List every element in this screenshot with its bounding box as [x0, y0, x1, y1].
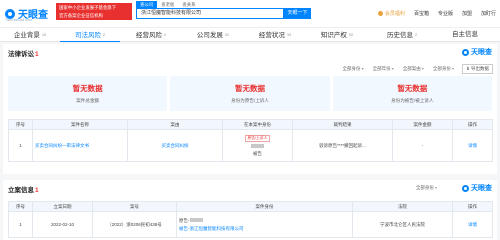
top-header: 天眼查 TianYanCha.com 国家中小企业发展子基金旗下 官方备案企业征… — [0, 0, 500, 27]
case-role: 原告/上诉人 被告 — [222, 129, 293, 162]
table-row: 1 2022-02-10 （2022）浙0206民初438号 原告- 被告-浙江… — [8, 211, 493, 238]
filing-table: 序号 立案日期 案号 案件身份 法院 操作 1 2022-02-10 （2022… — [8, 201, 493, 238]
col-header: 案由 — [127, 119, 223, 130]
col-header: 案件名称 — [32, 119, 128, 130]
promo-banner[interactable]: 国家中小企业发展子基金旗下 官方备案企业征信机构 — [56, 3, 132, 20]
lawsuit-title: 法律诉讼1 — [8, 51, 39, 58]
promo-line-1: 国家中小企业发展子基金旗下 — [59, 5, 117, 10]
filing-section: 立案信息1 全部身份 天眼查 序号 立案日期 案号 案件身份 法院 操作 1 2… — [3, 180, 497, 240]
filter-year[interactable]: 全部年份 — [373, 66, 394, 72]
tab-self-info[interactable]: 自主信息 — [436, 28, 494, 42]
case-number: （2022）浙0206民初438号 — [92, 211, 177, 238]
blurred-party — [251, 144, 264, 148]
col-header: 序号 — [8, 119, 33, 130]
col-header: 案件金额 — [392, 119, 453, 130]
tab-company-background[interactable]: 企业背景 16 — [0, 28, 60, 42]
tab-company-development[interactable]: 公司发展 52 — [182, 28, 244, 42]
filter-identity[interactable]: 全部身份 — [416, 185, 437, 191]
summary-as-plaintiff: 暂无数据 身份为原告/上诉人 — [170, 76, 330, 111]
section-nav: 企业背景 16 司法风险 2 经营风险 0 公司发展 52 经营状况 33 知识产权 50 … — [0, 27, 500, 42]
promo-line-2: 官方备案企业征信机构 — [59, 12, 103, 18]
detail-link[interactable]: 详情 — [452, 211, 493, 238]
watchlist-link[interactable]: 加盯行 — [481, 10, 496, 17]
col-header: 在本案中身份 — [222, 119, 293, 130]
blurred-party — [189, 218, 203, 222]
filter-role[interactable]: 全部身份 — [433, 66, 454, 72]
top-links: 会员福利 百宝箱 专业版 加盟 加盯行 — [369, 10, 496, 17]
tab-history-info[interactable]: 历史信息 2 — [368, 28, 436, 42]
case-name-link[interactable]: 买卖合同纠纷一审法律文书 — [32, 129, 128, 162]
col-header: 案件身份 — [176, 201, 353, 212]
crown-icon — [377, 11, 383, 16]
table-header-row: 序号 立案日期 案号 案件身份 法院 操作 — [8, 201, 493, 212]
franchise-link[interactable]: 加盟 — [462, 10, 472, 17]
export-button[interactable]: ⬇ 导出数据 — [461, 64, 493, 74]
summary-as-defendant: 暂无数据 身份为被告/被上诉人 — [332, 76, 492, 111]
filter-cause[interactable]: 全部案由 — [403, 66, 424, 72]
filing-date: 2022-02-10 — [32, 211, 93, 238]
toolbox-link[interactable]: 百宝箱 — [414, 10, 429, 17]
col-header: 裁判结果 — [292, 119, 393, 130]
brand-watermark: 天眼查 — [462, 183, 492, 193]
lawsuit-section: 法律诉讼1 天眼查 全部身份 全部年份 全部案由 全部身份 ⬇ 导出数据 暂无数… — [3, 44, 497, 174]
detail-link[interactable]: 详情 — [452, 129, 493, 162]
tab-judicial-risk[interactable]: 司法风险 2 — [60, 28, 120, 42]
case-parties: 原告- 被告-浙江恒魔智能科技有限公司 — [176, 211, 353, 238]
brand-icon — [462, 48, 469, 56]
tab-intellectual-property[interactable]: 知识产权 50 — [306, 28, 368, 42]
lawsuit-filters: 全部身份 全部年份 全部案由 全部身份 ⬇ 导出数据 — [333, 64, 493, 74]
col-header: 操作 — [452, 201, 493, 212]
search-button[interactable]: 天眼一下 — [284, 8, 311, 19]
search-input[interactable]: 浙江恒魔智能科技有限公司 — [136, 8, 284, 19]
export-icon: ⬇ — [465, 66, 470, 71]
case-result: 驳诉原告****撤回起诉... — [292, 129, 393, 162]
case-cause-link[interactable]: 买卖合同纠纷 — [127, 129, 223, 162]
filing-filters: 全部身份 — [407, 185, 437, 191]
tab-operating-status[interactable]: 经营状况 33 — [244, 28, 306, 42]
logo-icon — [5, 8, 15, 19]
col-header: 法院 — [352, 201, 453, 212]
lawsuit-table: 序号 案件名称 案由 在本案中身份 裁判结果 案件金额 操作 1 买卖合同纠纷一… — [8, 119, 493, 162]
table-header-row: 序号 案件名称 案由 在本案中身份 裁判结果 案件金额 操作 — [8, 119, 493, 130]
case-amount: - — [392, 129, 453, 162]
brand-icon — [462, 184, 469, 192]
pro-version-link[interactable]: 专业版 — [438, 10, 453, 17]
court-name: 宁波市北仑区人民法院 — [352, 211, 453, 238]
summary-total-amount: 暂无数据 案件总金额 — [8, 76, 168, 111]
table-row: 1 买卖合同纠纷一审法律文书 买卖合同纠纷 原告/上诉人 被告 驳诉原告****… — [8, 129, 493, 162]
brand-watermark: 天眼查 — [462, 47, 492, 57]
filing-title: 立案信息1 — [8, 187, 39, 194]
col-header: 操作 — [452, 119, 493, 130]
tab-operating-risk[interactable]: 经营风险 0 — [120, 28, 182, 42]
lawsuit-summary: 暂无数据 案件总金额 暂无数据 身份为原告/上诉人 暂无数据 身份为被告/被上诉… — [8, 76, 492, 111]
col-header: 案号 — [92, 201, 177, 212]
role-tag: 原告/上诉人 — [245, 134, 270, 142]
row-index: 1 — [8, 129, 33, 162]
col-header: 立案日期 — [32, 201, 93, 212]
row-index: 1 — [8, 211, 33, 238]
filter-identity[interactable]: 全部身份 — [342, 66, 363, 72]
col-header: 序号 — [8, 201, 33, 212]
vip-benefits-link[interactable]: 会员福利 — [377, 10, 405, 17]
defendant-link[interactable]: 被告-浙江恒魔智能科技有限公司 — [179, 226, 350, 232]
logo-subtitle: TianYanCha.com — [5, 18, 32, 22]
